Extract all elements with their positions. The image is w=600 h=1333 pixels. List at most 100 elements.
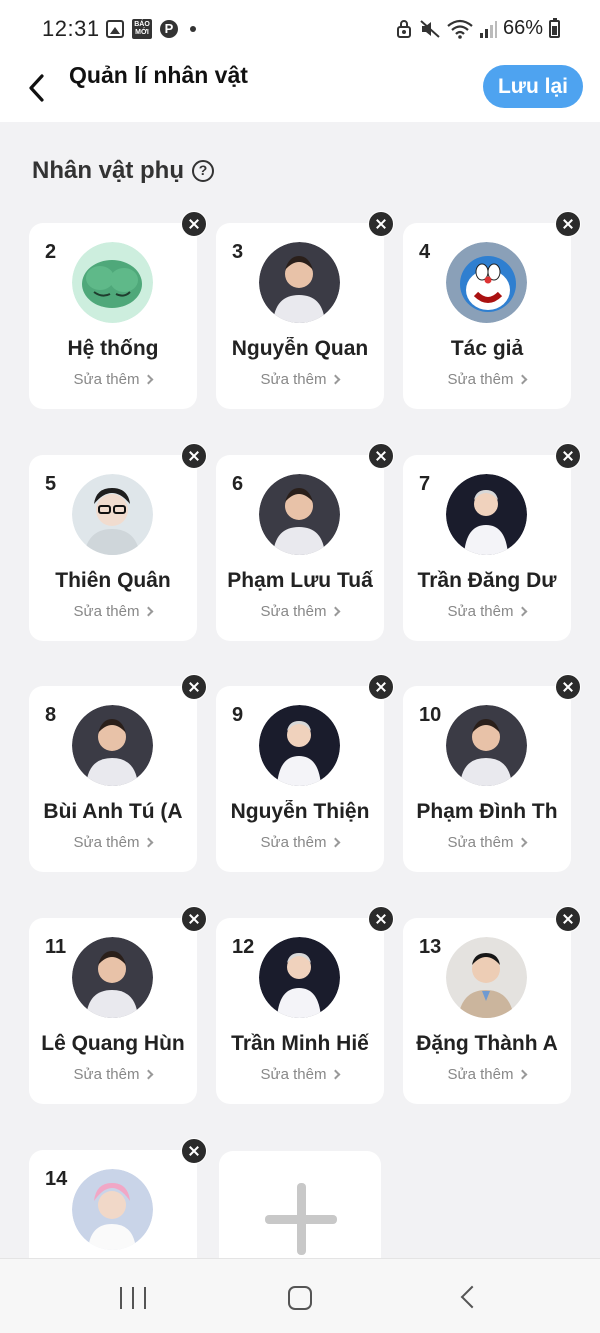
remove-character-icon[interactable] <box>555 906 581 932</box>
vpn-lock-icon <box>396 19 411 38</box>
dot-icon <box>190 26 196 32</box>
avatar[interactable] <box>72 705 153 786</box>
image-icon <box>106 20 124 38</box>
remove-character-icon[interactable] <box>181 211 207 237</box>
remove-character-icon[interactable] <box>181 674 207 700</box>
chevron-right-icon <box>331 606 341 617</box>
avatar[interactable] <box>72 242 153 323</box>
edit-more-link[interactable]: Sửa thêm <box>216 834 384 851</box>
avatar[interactable] <box>72 937 153 1018</box>
app-bar: Quản lí nhân vật Lưu lại <box>0 60 600 122</box>
character-card[interactable]: 8 Bùi Anh Tú (A Sửa thêm <box>29 686 197 872</box>
edit-more-link[interactable]: Sửa thêm <box>216 371 384 388</box>
character-card[interactable]: 2 Hệ thống Sửa thêm <box>29 223 197 409</box>
character-number: 10 <box>419 704 442 726</box>
character-card[interactable]: 6 Phạm Lưu Tuấ Sửa thêm <box>216 455 384 641</box>
avatar[interactable] <box>72 1169 153 1250</box>
recents-icon[interactable] <box>120 1287 146 1309</box>
avatar[interactable] <box>259 474 340 555</box>
chevron-right-icon <box>331 837 341 848</box>
edit-more-link[interactable]: Sửa thêm <box>403 371 571 388</box>
edit-more-link[interactable]: Sửa thêm <box>29 371 197 388</box>
character-card[interactable]: 9 Nguyễn Thiện Sửa thêm <box>216 686 384 872</box>
character-name: Hệ thống <box>67 337 159 360</box>
remove-character-icon[interactable] <box>555 443 581 469</box>
edit-more-link[interactable]: Sửa thêm <box>403 834 571 851</box>
battery-percent: 66% <box>502 17 543 39</box>
edit-more-label: Sửa thêm <box>73 1066 140 1083</box>
remove-character-icon[interactable] <box>368 674 394 700</box>
edit-more-link[interactable]: Sửa thêm <box>403 603 571 620</box>
avatar[interactable] <box>259 242 340 323</box>
baomoi-icon: BÁO MỚI <box>132 19 152 39</box>
help-icon[interactable]: ? <box>192 160 215 182</box>
chevron-right-icon <box>144 837 154 848</box>
avatar[interactable] <box>259 937 340 1018</box>
character-name: Lê Quang Hùn <box>41 1032 185 1055</box>
character-name: Nguyễn Thiện <box>230 800 370 823</box>
remove-character-icon[interactable] <box>555 674 581 700</box>
add-character-button[interactable] <box>219 1151 381 1266</box>
edit-more-link[interactable]: Sửa thêm <box>29 834 197 851</box>
chevron-right-icon <box>331 1069 341 1080</box>
back-arrow-icon[interactable] <box>20 66 60 106</box>
edit-more-label: Sửa thêm <box>447 371 514 388</box>
character-card[interactable]: 7 Trần Đăng Dư Sửa thêm <box>403 455 571 641</box>
character-card[interactable]: 4 Tác giả Sửa thêm <box>403 223 571 409</box>
character-card[interactable]: 3 Nguyễn Quan Sửa thêm <box>216 223 384 409</box>
character-card[interactable]: 12 Trần Minh Hiế Sửa thêm <box>216 918 384 1104</box>
remove-character-icon[interactable] <box>181 443 207 469</box>
character-number: 3 <box>232 241 244 263</box>
remove-character-icon[interactable] <box>181 1138 207 1164</box>
edit-more-label: Sửa thêm <box>73 603 140 620</box>
chevron-right-icon <box>144 1069 154 1080</box>
character-number: 12 <box>232 936 255 958</box>
character-name: Trần Đăng Dư <box>417 569 557 592</box>
remove-character-icon[interactable] <box>555 211 581 237</box>
character-card[interactable]: 13 Đặng Thành A Sửa thêm <box>403 918 571 1104</box>
home-icon[interactable] <box>288 1286 312 1310</box>
remove-character-icon[interactable] <box>368 443 394 469</box>
avatar[interactable] <box>446 705 527 786</box>
character-name: Bùi Anh Tú (A <box>43 800 183 823</box>
section-title: Nhân vật phụ <box>32 157 185 184</box>
avatar[interactable] <box>446 474 527 555</box>
signal-icon <box>479 20 497 38</box>
chevron-right-icon <box>518 837 528 848</box>
character-card[interactable]: 14 <box>29 1150 197 1258</box>
edit-more-label: Sửa thêm <box>260 834 327 851</box>
chevron-right-icon <box>518 374 528 385</box>
character-name: Tác giả <box>450 337 524 360</box>
system-nav-bar <box>0 1258 600 1333</box>
edit-more-link[interactable]: Sửa thêm <box>216 1066 384 1083</box>
pinterest-icon: P <box>160 20 178 38</box>
chevron-right-icon <box>331 374 341 385</box>
character-name: Nguyễn Quan <box>231 337 369 360</box>
avatar[interactable] <box>259 705 340 786</box>
character-number: 4 <box>419 241 431 263</box>
avatar[interactable] <box>446 242 527 323</box>
remove-character-icon[interactable] <box>368 906 394 932</box>
edit-more-link[interactable]: Sửa thêm <box>403 1066 571 1083</box>
avatar[interactable] <box>72 474 153 555</box>
edit-more-label: Sửa thêm <box>447 603 514 620</box>
edit-more-link[interactable]: Sửa thêm <box>216 603 384 620</box>
chevron-right-icon <box>518 606 528 617</box>
remove-character-icon[interactable] <box>181 906 207 932</box>
avatar[interactable] <box>446 937 527 1018</box>
character-name: Trần Minh Hiế <box>231 1032 369 1055</box>
character-card[interactable]: 5 Thiên Quân Sửa thêm <box>29 455 197 641</box>
character-number: 11 <box>45 936 67 958</box>
back-icon[interactable] <box>460 1285 484 1309</box>
edit-more-link[interactable]: Sửa thêm <box>29 603 197 620</box>
character-number: 2 <box>45 241 57 263</box>
character-card[interactable]: 10 Phạm Đình Th Sửa thêm <box>403 686 571 872</box>
character-card[interactable]: 11 Lê Quang Hùn Sửa thêm <box>29 918 197 1104</box>
edit-more-label: Sửa thêm <box>73 834 140 851</box>
save-button[interactable]: Lưu lại <box>483 65 583 108</box>
character-name: Thiên Quân <box>55 569 171 592</box>
remove-character-icon[interactable] <box>368 211 394 237</box>
edit-more-label: Sửa thêm <box>447 834 514 851</box>
edit-more-link[interactable]: Sửa thêm <box>29 1066 197 1083</box>
character-number: 5 <box>45 473 57 495</box>
